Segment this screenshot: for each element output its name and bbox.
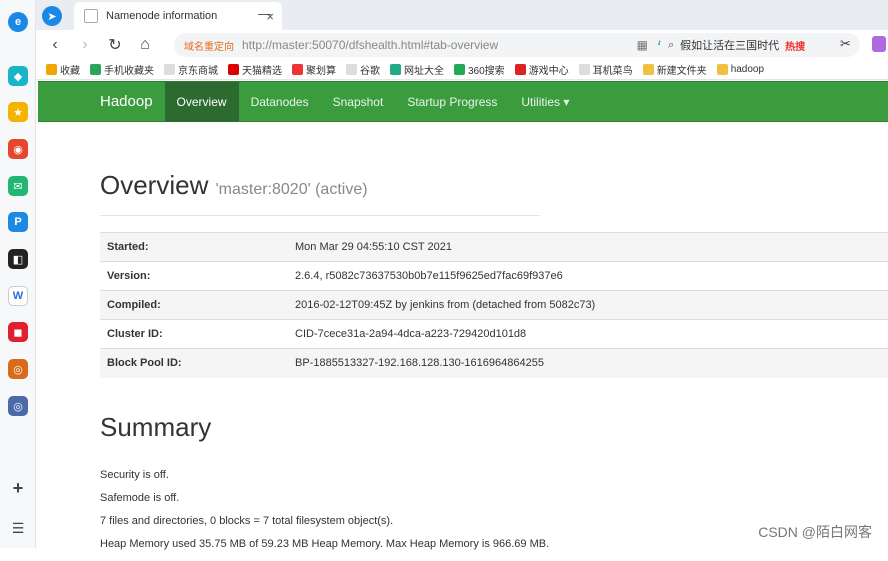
- bookmark-folder[interactable]: 新建文件夹: [642, 62, 707, 77]
- game-icon-2[interactable]: ◎: [8, 396, 28, 416]
- table-row: Compiled: 2016-02-12T09:45Z by jenkins fr…: [100, 290, 888, 320]
- overview-table: Started: Mon Mar 29 04:55:10 CST 2021 Ver…: [100, 232, 888, 378]
- row-value: 2016-02-12T09:45Z by jenkins from (detac…: [288, 290, 888, 320]
- app-icon-3[interactable]: ◧: [8, 249, 28, 269]
- main-content: Overview 'master:8020' (active) Started:…: [100, 122, 888, 561]
- home-icon[interactable]: ⌂: [130, 36, 160, 54]
- nav-overview[interactable]: Overview: [164, 81, 239, 122]
- extension-icon[interactable]: [872, 36, 886, 52]
- bookmarks-bar: 收藏 手机收藏夹 京东商城 天猫精选 聚划算 谷歌 网址大全 360搜索 游戏中…: [36, 60, 888, 80]
- summary-lines: Security is off. Safemode is off. 7 file…: [100, 469, 888, 561]
- bookmark-item[interactable]: 收藏: [46, 62, 80, 77]
- browser-sidebar: e ◆ ★ ◉ ✉ P ◧ W ◼ ◎ ◎ + ☰: [0, 0, 36, 548]
- summary-line: Security is off.: [100, 468, 169, 481]
- row-key: Compiled:: [100, 290, 288, 320]
- word-icon[interactable]: W: [8, 286, 28, 306]
- folder-icon: [716, 64, 728, 75]
- app-icon-4[interactable]: ◼: [8, 322, 28, 342]
- page-icon: [578, 64, 590, 75]
- phone-icon: [90, 64, 101, 75]
- url-field[interactable]: 域名重定向 http://master:50070/dfshealth.html…: [174, 33, 684, 57]
- new-tab-button[interactable]: —: [258, 6, 271, 21]
- nav-datanodes[interactable]: Datanodes: [239, 82, 321, 122]
- back-icon[interactable]: ‹: [40, 36, 70, 54]
- csdn-watermark: CSDN @陌白网客: [758, 524, 872, 540]
- nav-startup-progress[interactable]: Startup Progress: [395, 82, 509, 122]
- search-suggestion: 假如让活在三国时代: [680, 40, 780, 52]
- redirect-badge: 域名重定向: [184, 41, 234, 53]
- row-value: CID-7cece31a-2a94-4dca-a223-729420d101d8: [288, 319, 888, 349]
- hot-search-badge: 热搜: [785, 41, 806, 53]
- navigation-icon: [390, 64, 401, 75]
- tab-bar: ➤ Namenode information × —: [36, 0, 888, 30]
- search-box[interactable]: ⌕ 假如让活在三国时代 热搜: [660, 33, 860, 57]
- bookmark-folder[interactable]: hadoop: [716, 64, 764, 75]
- reload-icon[interactable]: ↻: [100, 35, 130, 55]
- page-icon: [164, 64, 175, 75]
- forward-icon[interactable]: ›: [70, 36, 100, 54]
- bookmark-item[interactable]: 谷歌: [346, 62, 380, 77]
- nav-utilities[interactable]: Utilities ▾: [509, 82, 581, 122]
- row-key: Block Pool ID:: [100, 348, 288, 378]
- page-icon: [346, 64, 357, 75]
- row-key: Version:: [100, 261, 288, 291]
- address-bar-row: ‹ › ↻ ⌂ 域名重定向 http://master:50070/dfshea…: [36, 30, 888, 60]
- page-favicon-icon: [84, 9, 98, 23]
- app-icon-1[interactable]: ◆: [8, 66, 28, 86]
- tmall-icon: [228, 64, 239, 75]
- scissors-icon[interactable]: ✂: [840, 36, 851, 52]
- summary-line: Safemode is off.: [100, 491, 180, 504]
- nav-snapshot[interactable]: Snapshot: [321, 82, 396, 122]
- hadoop-navbar: Hadoop Overview Datanodes Snapshot Start…: [38, 81, 888, 122]
- app-icon-2[interactable]: P: [8, 212, 28, 232]
- bookmark-item[interactable]: 游戏中心: [514, 62, 569, 77]
- grid-icon[interactable]: ▦: [637, 38, 648, 52]
- game-icon-1[interactable]: ◎: [8, 359, 28, 379]
- bookmark-item[interactable]: 手机收藏夹: [90, 62, 154, 77]
- juhuasuan-icon: [292, 64, 303, 75]
- browser-logo-icon[interactable]: e: [8, 12, 28, 32]
- url-text: http://master:50070/dfshealth.html#tab-o…: [242, 38, 499, 52]
- search-icon: ⌕: [668, 38, 675, 51]
- overview-subtitle: 'master:8020' (active): [215, 181, 368, 198]
- row-key: Cluster ID:: [100, 319, 288, 349]
- overview-heading: Overview 'master:8020' (active): [100, 170, 888, 201]
- table-row: Cluster ID: CID-7cece31a-2a94-4dca-a223-7…: [100, 319, 888, 349]
- star-icon: [46, 64, 57, 75]
- summary-title: Summary: [100, 411, 212, 442]
- weibo-icon[interactable]: ◉: [8, 139, 28, 159]
- table-row: Block Pool ID: BP-1885513327-192.168.128.…: [100, 348, 888, 378]
- 360-search-icon: [454, 64, 465, 75]
- overview-title: Overview: [100, 170, 209, 200]
- divider: [100, 215, 540, 216]
- folder-icon: [642, 64, 654, 75]
- row-key: Started:: [100, 232, 288, 262]
- bookmark-item[interactable]: 天猫精选: [228, 62, 282, 77]
- tab-namenode[interactable]: Namenode information ×: [74, 2, 282, 30]
- favorites-icon[interactable]: ★: [8, 102, 28, 122]
- browser-nav-icon[interactable]: ➤: [42, 6, 62, 26]
- game-center-icon: [514, 64, 526, 75]
- bookmark-item[interactable]: 耳机菜鸟: [578, 62, 633, 77]
- bookmark-item[interactable]: 360搜索: [454, 62, 505, 77]
- bookmark-item[interactable]: 聚划算: [292, 62, 336, 77]
- menu-icon[interactable]: ☰: [8, 518, 28, 538]
- bookmark-item[interactable]: 京东商城: [164, 62, 218, 77]
- table-row: Started: Mon Mar 29 04:55:10 CST 2021: [100, 232, 888, 262]
- mail-icon[interactable]: ✉: [8, 176, 28, 196]
- bookmark-item[interactable]: 网址大全: [390, 62, 444, 77]
- add-icon[interactable]: +: [8, 478, 28, 498]
- hadoop-brand[interactable]: Hadoop: [100, 93, 153, 110]
- row-value: Mon Mar 29 04:55:10 CST 2021: [288, 232, 888, 262]
- row-value: 2.6.4, r5082c73637530b0b7e115f9625ed7fac…: [288, 261, 888, 291]
- table-row: Version: 2.6.4, r5082c73637530b0b7e115f96…: [100, 261, 888, 291]
- row-value: BP-1885513327-192.168.128.130-1616964864…: [288, 348, 888, 378]
- tab-title: Namenode information: [106, 10, 218, 22]
